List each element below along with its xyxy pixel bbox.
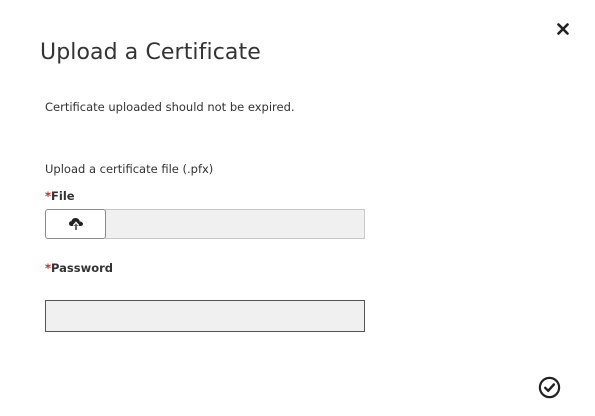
upload-section-label: Upload a certificate file (.pfx): [45, 162, 214, 176]
upload-certificate-dialog: Upload a Certificate Certificate uploade…: [0, 0, 595, 416]
dialog-title: Upload a Certificate: [40, 40, 261, 65]
password-field-label: *Password: [45, 261, 113, 275]
check-circle-icon: [538, 376, 561, 399]
close-icon: [557, 23, 569, 35]
file-label-text: File: [51, 189, 75, 203]
file-field-label: *File: [45, 189, 75, 203]
cloud-upload-icon: [68, 218, 83, 230]
close-button[interactable]: [552, 18, 574, 40]
password-label-text: Password: [51, 261, 114, 275]
expiry-note: Certificate uploaded should not be expir…: [45, 100, 295, 114]
password-input[interactable]: [45, 300, 365, 332]
file-picker: [45, 209, 365, 239]
confirm-button[interactable]: [537, 375, 562, 400]
selected-file-display[interactable]: [105, 209, 365, 239]
upload-file-button[interactable]: [45, 209, 106, 239]
